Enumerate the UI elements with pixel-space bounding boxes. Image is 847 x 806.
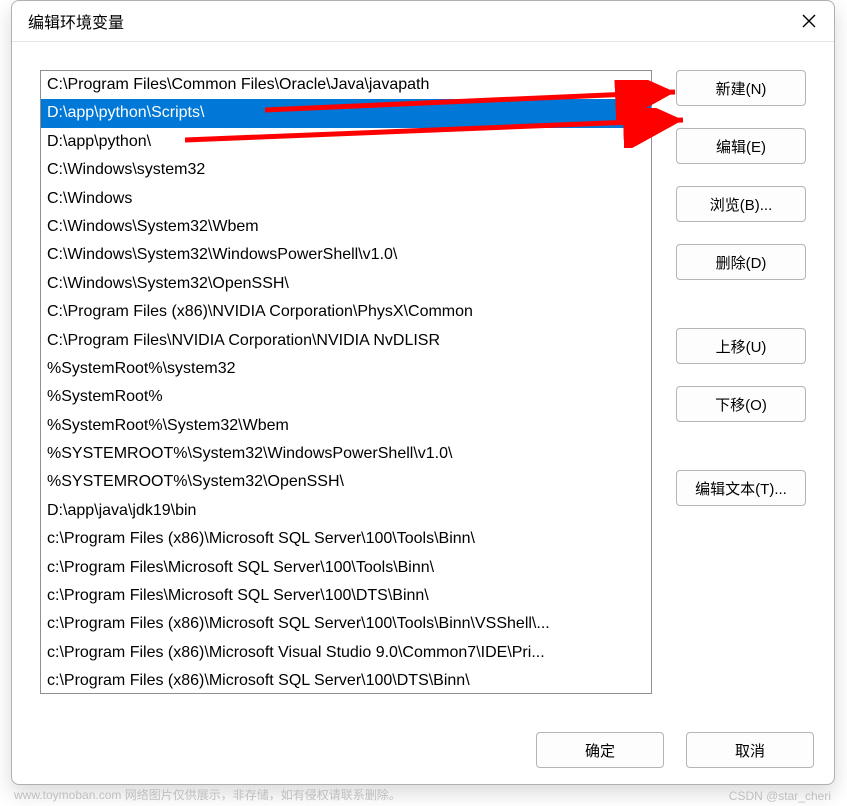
watermark-right: CSDN @star_cheri	[729, 789, 831, 803]
list-item[interactable]: C:\Windows\System32\Wbem	[41, 213, 651, 241]
close-icon	[802, 14, 816, 28]
watermark-left: www.toymoban.com 网络图片仅供展示，非存储，如有侵权请联系删除。	[14, 786, 401, 803]
list-item[interactable]: C:\Program Files (x86)\NVIDIA Corporatio…	[41, 298, 651, 326]
list-item[interactable]: %SystemRoot%	[41, 383, 651, 411]
list-item[interactable]: %SystemRoot%\system32	[41, 355, 651, 383]
delete-button[interactable]: 删除(D)	[676, 244, 806, 280]
cancel-button[interactable]: 取消	[686, 732, 814, 768]
list-item[interactable]: C:\Program Files\NVIDIA Corporation\NVID…	[41, 327, 651, 355]
list-item[interactable]: c:\Program Files\Microsoft SQL Server\10…	[41, 582, 651, 610]
moveup-button[interactable]: 上移(U)	[676, 328, 806, 364]
edit-button[interactable]: 编辑(E)	[676, 128, 806, 164]
browse-button[interactable]: 浏览(B)...	[676, 186, 806, 222]
list-item[interactable]: D:\app\python\	[41, 128, 651, 156]
list-item[interactable]: %SYSTEMROOT%\System32\WindowsPowerShell\…	[41, 440, 651, 468]
movedown-button[interactable]: 下移(O)	[676, 386, 806, 422]
list-item[interactable]: c:\Program Files (x86)\Microsoft SQL Ser…	[41, 667, 651, 694]
list-item[interactable]: D:\app\java\jdk19\bin	[41, 497, 651, 525]
list-item[interactable]: c:\Program Files (x86)\Microsoft Visual …	[41, 639, 651, 667]
list-item[interactable]: %SYSTEMROOT%\System32\OpenSSH\	[41, 468, 651, 496]
list-item[interactable]: C:\Windows	[41, 185, 651, 213]
list-item[interactable]: c:\Program Files (x86)\Microsoft SQL Ser…	[41, 525, 651, 553]
edit-env-var-dialog: 编辑环境变量 C:\Program Files\Common Files\Ora…	[11, 0, 835, 785]
edittext-button[interactable]: 编辑文本(T)...	[676, 470, 806, 506]
list-item[interactable]: C:\Windows\System32\OpenSSH\	[41, 270, 651, 298]
list-item[interactable]: C:\Windows\System32\WindowsPowerShell\v1…	[41, 241, 651, 269]
titlebar: 编辑环境变量	[12, 1, 834, 42]
list-item[interactable]: %SystemRoot%\System32\Wbem	[41, 412, 651, 440]
new-button[interactable]: 新建(N)	[676, 70, 806, 106]
list-item[interactable]: c:\Program Files\Microsoft SQL Server\10…	[41, 554, 651, 582]
dialog-title: 编辑环境变量	[28, 9, 124, 33]
close-button[interactable]	[798, 10, 820, 32]
list-item[interactable]: C:\Program Files\Common Files\Oracle\Jav…	[41, 71, 651, 99]
ok-button[interactable]: 确定	[536, 732, 664, 768]
list-item[interactable]: D:\app\python\Scripts\	[41, 99, 651, 127]
list-item[interactable]: c:\Program Files (x86)\Microsoft SQL Ser…	[41, 610, 651, 638]
path-listbox[interactable]: C:\Program Files\Common Files\Oracle\Jav…	[40, 70, 652, 694]
list-item[interactable]: C:\Windows\system32	[41, 156, 651, 184]
